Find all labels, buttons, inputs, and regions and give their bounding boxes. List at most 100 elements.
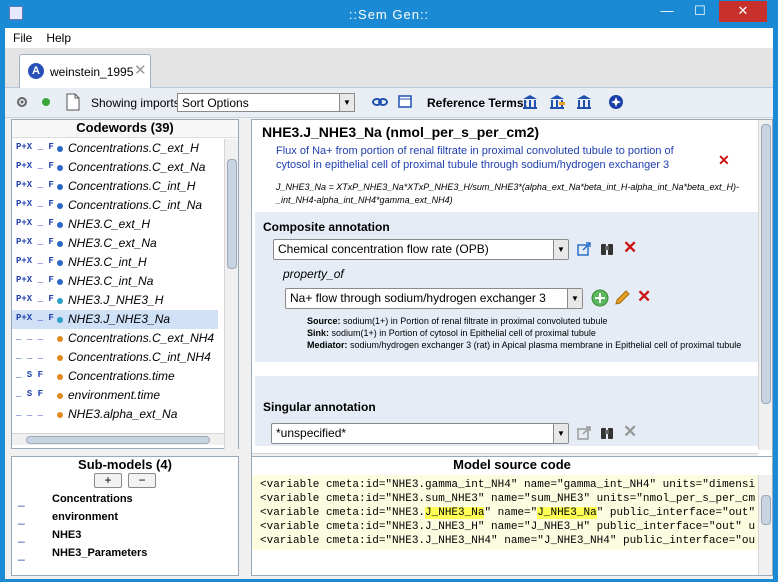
chevron-down-icon: ▼: [553, 424, 568, 443]
singular-annotation-select[interactable]: *unspecified* ▼: [271, 423, 569, 444]
status-dot-icon: [57, 203, 63, 209]
status-dot-icon: [57, 260, 63, 266]
chevron-down-icon: ▼: [553, 240, 568, 259]
scrollbar-thumb[interactable]: [227, 159, 237, 269]
codeword-row[interactable]: P+X _ F NHE3.C_int_H: [12, 253, 218, 272]
status-dot-icon: [57, 374, 63, 380]
submodels-header: Sub-models (4): [12, 457, 238, 475]
status-dot-icon: [57, 146, 63, 152]
status-dot-icon: [57, 241, 63, 247]
binoculars-icon[interactable]: [599, 425, 615, 441]
source-scrollbar[interactable]: [758, 475, 772, 575]
codeword-description[interactable]: Flux of Na+ from portion of renal filtra…: [276, 144, 706, 172]
composite-annotation-section: Composite annotation Chemical concentrat…: [255, 212, 764, 362]
codeword-row[interactable]: _ _ _ Concentrations.C_int_NH4: [12, 348, 218, 367]
close-button[interactable]: ✕: [719, 1, 767, 22]
main-window: ::Sem Gen:: — ☐ ✕ File Help A weinstein_1…: [0, 0, 778, 582]
submodel-item[interactable]: _ Concentrations: [12, 491, 232, 509]
remove-description-icon[interactable]: ✕: [718, 152, 730, 169]
codeword-row[interactable]: P+X _ F Concentrations.C_ext_Na: [12, 158, 218, 177]
edit-reference-term-icon[interactable]: [548, 93, 566, 111]
codeword-row[interactable]: _ _ _ Concentrations.C_ext_NH4: [12, 329, 218, 348]
composite-annotation-select[interactable]: Chemical concentration flow rate (OPB) ▼: [273, 239, 569, 260]
navigate-icon[interactable]: [608, 94, 624, 110]
document-icon[interactable]: [65, 93, 81, 111]
add-reference-term-icon[interactable]: [521, 93, 539, 111]
singular-annotation-label: Singular annotation: [263, 400, 376, 414]
codeword-row[interactable]: P+X _ F Concentrations.C_ext_H: [12, 139, 218, 158]
menu-help[interactable]: Help: [38, 28, 77, 45]
status-dot-icon: [57, 336, 63, 342]
mediator-line: Mediator: sodium/hydrogen exchanger 3 (r…: [307, 340, 742, 350]
code-line: <variable cmeta:id="NHE3.gamma_int_NH4" …: [260, 479, 756, 491]
codeword-row[interactable]: P+X _ F Concentrations.C_int_Na: [12, 196, 218, 215]
submodel-item[interactable]: _ NHE3_Parameters: [12, 545, 232, 563]
codewords-header: Codewords (39): [12, 120, 238, 138]
submodel-item[interactable]: _ environment: [12, 509, 232, 527]
external-link-icon[interactable]: [577, 242, 591, 256]
app-client: File Help A weinstein_1995 ✕ Showing impo…: [5, 28, 773, 579]
menu-file[interactable]: File: [5, 28, 38, 45]
source-line: Source: sodium(1+) in Portion of renal f…: [307, 316, 608, 326]
codeword-row[interactable]: _ S F Concentrations.time: [12, 367, 218, 386]
sink-line: Sink: sodium(1+) in Portion of cytosol i…: [307, 328, 596, 338]
tab-label: weinstein_1995: [50, 65, 134, 79]
remove-submodel-button[interactable]: −: [128, 473, 156, 488]
code-line-highlighted: <variable cmeta:id="NHE3.J_NHE3_Na" name…: [260, 507, 772, 519]
codeword-row[interactable]: _ _ _ NHE3.alpha_ext_Na: [12, 405, 218, 424]
status-dot-icon: [57, 222, 63, 228]
maximize-button[interactable]: ☐: [685, 1, 715, 22]
singular-annotation-section: Singular annotation *unspecified* ▼ ✕: [255, 376, 764, 446]
add-circle-icon[interactable]: [591, 289, 609, 307]
minimize-button[interactable]: —: [652, 1, 682, 22]
codeword-row[interactable]: _ S Fenvironment.time: [12, 386, 218, 405]
add-submodel-button[interactable]: +: [94, 473, 122, 488]
scrollbar-thumb[interactable]: [761, 495, 771, 525]
tab-close-icon[interactable]: ✕: [134, 61, 147, 79]
codeword-row[interactable]: P+X _ F NHE3.J_NHE3_H: [12, 291, 218, 310]
codeword-row[interactable]: P+X _ F NHE3.C_ext_H: [12, 215, 218, 234]
delete-annotation-icon[interactable]: ✕: [623, 238, 637, 258]
sort-options-value: Sort Options: [182, 96, 249, 110]
code-line: <variable cmeta:id="NHE3.J_NHE3_NH4" nam…: [260, 535, 756, 547]
toolbar: Showing imports Sort Options ▼ Reference…: [5, 88, 773, 118]
status-dot-icon: [57, 165, 63, 171]
tab-weinstein[interactable]: A weinstein_1995 ✕: [19, 54, 151, 88]
codeword-row[interactable]: P+X _ F Concentrations.C_int_H: [12, 177, 218, 196]
codewords-list: P+X _ F Concentrations.C_ext_H P+X _ F Con…: [12, 139, 224, 439]
sort-options-select[interactable]: Sort Options ▼: [177, 93, 355, 112]
annotation-panel: NHE3.J_NHE3_Na (nmol_per_s_per_cm2) Flux…: [251, 119, 773, 476]
chevron-down-icon: ▼: [339, 94, 354, 111]
delete-process-icon[interactable]: ✕: [637, 287, 651, 307]
submodel-item[interactable]: _ NHE3: [12, 527, 232, 545]
title-bar: ::Sem Gen:: — ☐ ✕: [1, 1, 777, 28]
reference-terms-label: Reference Terms:: [427, 96, 528, 110]
window-icon[interactable]: [398, 95, 412, 109]
pencil-icon[interactable]: [613, 289, 631, 307]
link-icon[interactable]: [371, 95, 389, 109]
binoculars-icon[interactable]: [599, 241, 615, 257]
scrollbar-thumb[interactable]: [26, 436, 210, 444]
codeword-row[interactable]: P+X _ F NHE3.C_int_Na: [12, 272, 218, 291]
scrollbar-thumb[interactable]: [761, 124, 771, 404]
codeword-row-selected[interactable]: P+X _ F NHE3.J_NHE3_Na: [12, 310, 218, 329]
codewords-scrollbar[interactable]: [224, 139, 238, 449]
codewords-hscrollbar[interactable]: [12, 433, 224, 445]
reference-term-library-icon[interactable]: [575, 93, 593, 111]
annotation-scrollbar[interactable]: [758, 120, 772, 450]
process-select[interactable]: Na+ flow through sodium/hydrogen exchang…: [285, 288, 583, 309]
status-dot-icon: [57, 184, 63, 190]
status-dot-icon: [57, 279, 63, 285]
codeword-row[interactable]: P+X _ F NHE3.C_ext_Na: [12, 234, 218, 253]
source-code-view[interactable]: <variable cmeta:id="NHE3.gamma_int_NH4" …: [252, 475, 772, 550]
submodels-panel: Sub-models (4) + − _ Concentrations _ envi…: [11, 456, 239, 576]
source-code-header: Model source code: [252, 457, 772, 475]
annotator-icon: A: [28, 63, 44, 79]
tab-strip: A weinstein_1995 ✕: [5, 48, 773, 88]
status-dot-icon: [57, 298, 63, 304]
settings-icon[interactable]: [15, 95, 29, 109]
code-line: <variable cmeta:id="NHE3.sum_NHE3" name=…: [260, 493, 756, 505]
property-of-label: property_of: [283, 267, 344, 281]
external-link-icon[interactable]: [577, 426, 591, 440]
delete-singular-icon[interactable]: ✕: [623, 422, 637, 442]
